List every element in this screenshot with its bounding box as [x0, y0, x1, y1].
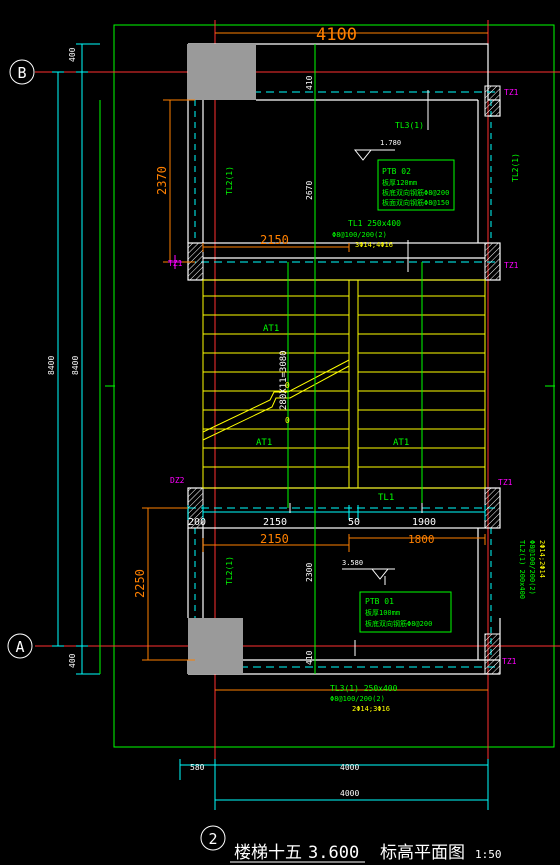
walls: [187, 43, 501, 675]
cyan-dimension-lines: [52, 43, 489, 810]
label-tz1-c: TZ1: [168, 259, 183, 268]
label-tz1-a: TZ1: [504, 88, 519, 97]
axis-bubble-a: A: [7, 633, 33, 659]
dim-mid-2150: 2150: [263, 517, 287, 528]
level-3580: 3.580: [342, 559, 363, 567]
dim-top-400: 400: [68, 47, 77, 62]
ptb02-line2: 板底双向钢筋Φ8@200: [382, 188, 449, 197]
label-tl2-right-top: TL2(1): [511, 153, 520, 182]
dim-left-inner: 8400: [71, 356, 80, 375]
dim-bot-4000a: 4000: [340, 763, 359, 772]
dim-left-outer: 8400: [47, 356, 56, 375]
beam-dash-lines: [188, 91, 500, 668]
level-triangle-bottom: [370, 568, 390, 580]
ptb01-line2: 板底双向钢筋Φ8@200: [365, 619, 432, 628]
stair-up-mark: 0: [285, 381, 290, 390]
spec-tl3-bot-line1: TL3(1) 250x400: [330, 684, 398, 693]
dim-mid-200: 200: [188, 517, 206, 528]
level-1780: 1.780: [380, 139, 401, 147]
column-gray-top: [188, 44, 256, 100]
spec-tl3-bot-line2: Φ8@100/200(2): [330, 695, 385, 703]
dim-bot-4000b: 4000: [340, 789, 359, 798]
dim-landing-top: 2370: [155, 166, 169, 195]
stair-dn-mark: 0: [285, 416, 290, 425]
dim-vert-410a: 410: [305, 75, 314, 90]
dim-vert-2670: 2670: [305, 181, 314, 200]
ptb01-title: PTB 01: [365, 597, 394, 606]
green-lines: [99, 44, 555, 674]
label-tz1-e: TZ1: [502, 657, 517, 666]
label-tz1-b: TZ1: [504, 261, 519, 270]
spec-tl2-side-line2: Φ8@100/200(2): [528, 540, 536, 595]
stair-at1-b: AT1: [256, 438, 272, 448]
drawing-scale: 1:50: [475, 848, 502, 861]
ptb02-line3: 板面双向钢筋Φ8@150: [382, 198, 449, 207]
stair-plan-drawing: B A 2 4100 400 400 8400 8400 2370 2250 2…: [7, 20, 560, 863]
dim-lower-2150: 2150: [260, 532, 289, 546]
svg-text:B: B: [17, 64, 26, 82]
dim-seg-top-2150: 2150: [260, 233, 289, 247]
label-tz1-d: TZ1: [498, 478, 513, 487]
level-triangle-top: [353, 149, 373, 161]
ptb01-line1: 板厚100mm: [365, 608, 400, 617]
dim-top-span: 4100: [316, 25, 357, 45]
svg-text:A: A: [15, 638, 24, 656]
side-dash-lines: [194, 100, 492, 660]
drawing-title: 楼梯十五: [234, 843, 302, 863]
drawing-elevation: 3.600: [308, 843, 359, 863]
spec-tl2-side-line1: TL2(1) 200x400: [518, 540, 526, 599]
dim-bot-580: 580: [190, 763, 205, 772]
drawing-subtitle: 标高平面图: [380, 843, 465, 863]
label-dz2: DZ2: [170, 476, 185, 485]
label-tl3-top: TL3(1): [395, 121, 424, 130]
ptb02-line1: 板厚120mm: [382, 178, 417, 187]
stair-at1-a: AT1: [263, 324, 279, 334]
spec-tl1-line2: Φ8@100/200(2): [332, 231, 387, 239]
dim-vert-2300: 2300: [305, 563, 314, 582]
axis-bubble-b: B: [9, 59, 35, 85]
spec-tl1-line3: 3Φ14;4Φ16: [355, 241, 393, 249]
svg-text:2: 2: [208, 830, 217, 848]
label-tl2-left-top: TL2(1): [225, 166, 234, 195]
column-gray-bottom: [188, 618, 243, 674]
dim-bot-400: 400: [68, 653, 77, 668]
axis-bubble-2: 2: [200, 825, 226, 851]
dim-mid-1900: 1900: [412, 517, 436, 528]
ptb02-title: PTB 02: [382, 167, 411, 176]
stair-at1-c: AT1: [393, 438, 409, 448]
stair-treads: [202, 279, 486, 489]
label-tl2-left-bot: TL2(1): [225, 556, 234, 585]
spec-tl2-side-line3: 2Φ14;2Φ14: [538, 540, 546, 578]
dim-lower-1800: 1800: [408, 533, 435, 546]
spec-tl1-line1: TL1 250x400: [348, 219, 401, 228]
dim-landing-bot: 2250: [133, 569, 147, 598]
label-tl1: TL1: [378, 493, 394, 503]
dim-mid-50: 50: [348, 517, 360, 528]
hatched-columns: [187, 85, 501, 675]
dim-vert-410b: 410: [305, 650, 314, 665]
spec-tl3-bot-line3: 2Φ14;3Φ16: [352, 705, 390, 713]
